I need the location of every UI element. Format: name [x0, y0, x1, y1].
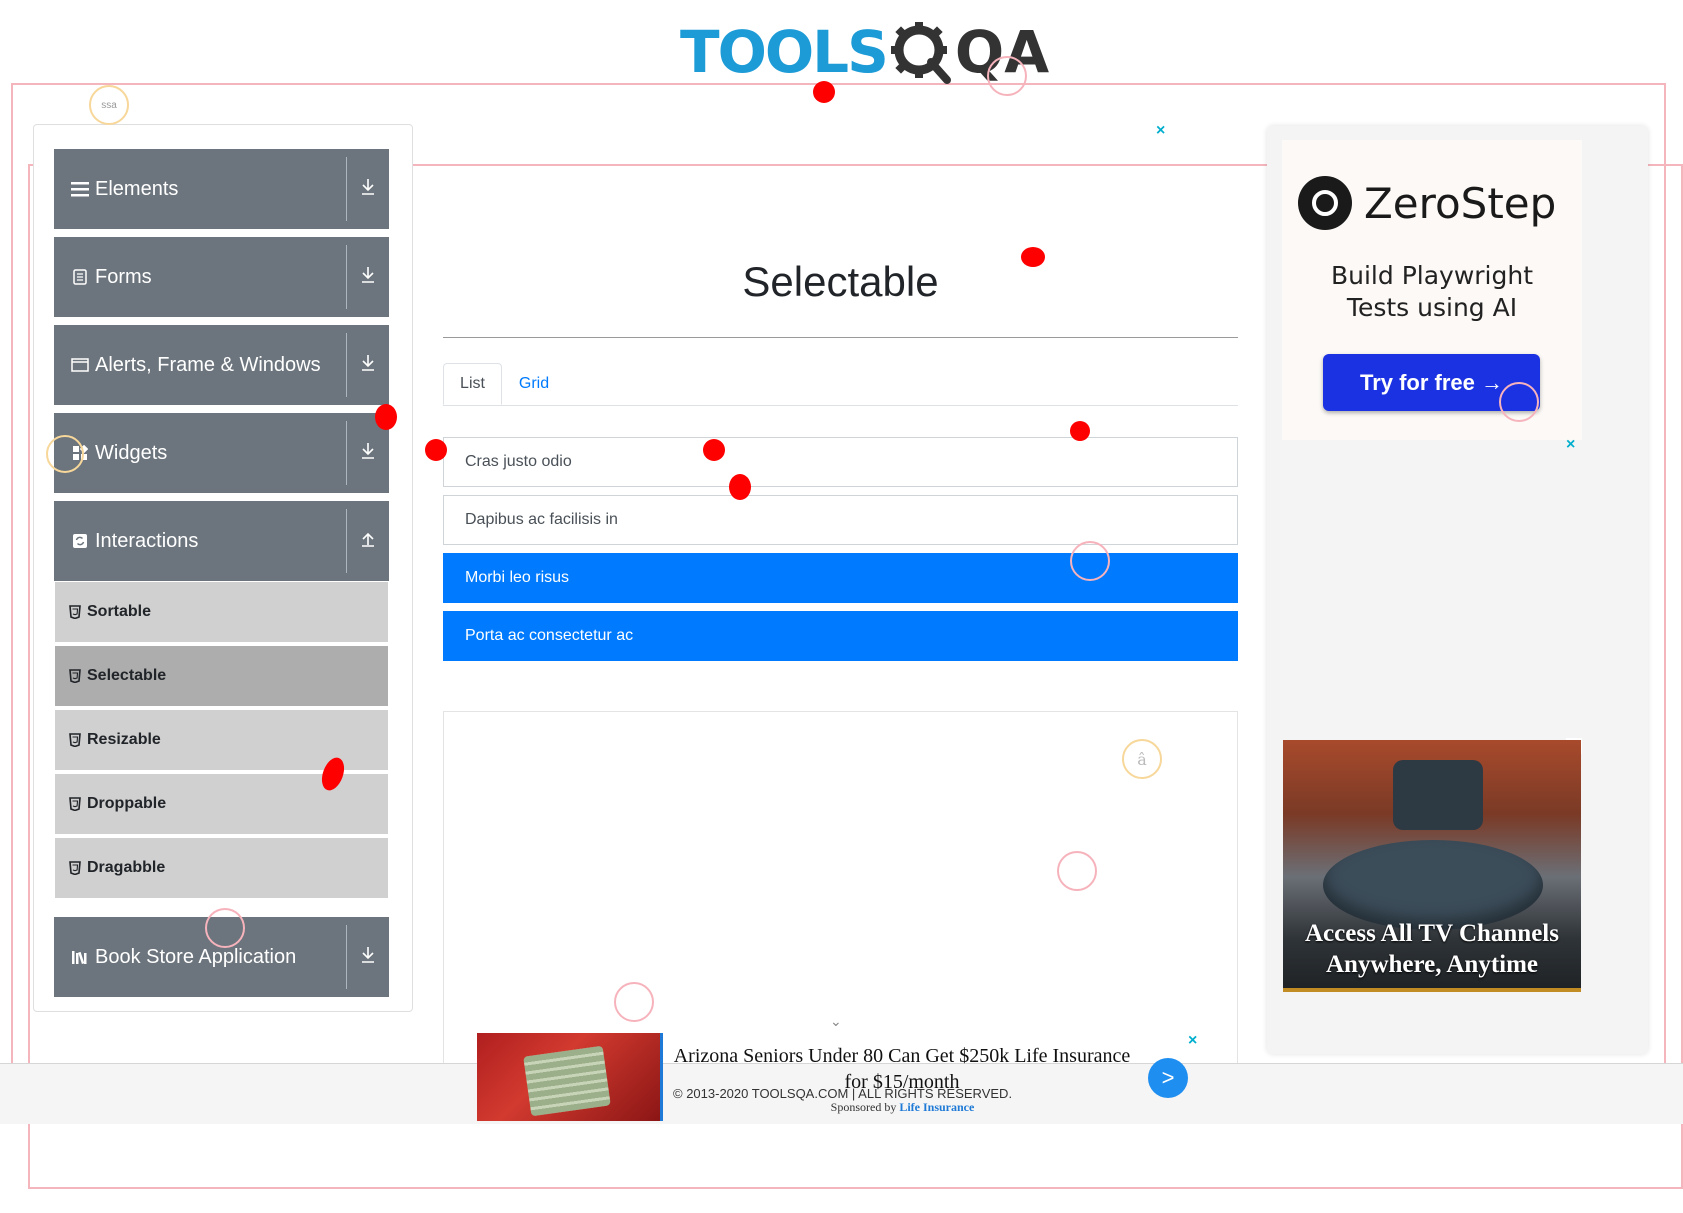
marker-ring — [1070, 541, 1110, 581]
group-header-elements[interactable]: Elements — [54, 149, 389, 229]
bottom-ad-sponsor: Sponsored by Life Insurance — [770, 1100, 1035, 1115]
divider — [346, 245, 347, 309]
html5-icon — [69, 797, 81, 811]
tv-ad-line2: Anywhere, Anytime — [1325, 951, 1539, 978]
download-icon[interactable] — [347, 266, 389, 289]
upload-icon[interactable] — [347, 530, 389, 553]
divider — [346, 509, 347, 573]
hdmi-plug-image — [1393, 760, 1483, 830]
page-title: Selectable — [742, 258, 939, 305]
zerostep-logo: ZeroStep — [1298, 176, 1556, 230]
cash-stack — [523, 1045, 611, 1117]
menu-item-label: Sortable — [87, 603, 152, 620]
menu-item-selectable[interactable]: Selectable — [55, 646, 388, 708]
list-item[interactable]: Dapibus ac facilisis in — [443, 495, 1238, 545]
bottom-ad-headline[interactable]: Arizona Seniors Under 80 Can Get $250k L… — [672, 1043, 1132, 1095]
ad-accent-bar — [660, 1033, 663, 1121]
corner-badge-marker: ssa — [89, 85, 129, 125]
tab-grid[interactable]: Grid — [502, 363, 566, 405]
divider — [346, 157, 347, 221]
zerostep-tagline-line1: Build Playwright — [1330, 261, 1534, 290]
menu-item-label: Resizable — [87, 731, 161, 748]
group-label: Interactions — [95, 529, 199, 552]
streaming-device-image — [1323, 840, 1543, 930]
list-item-selected[interactable]: Morbi leo risus — [443, 553, 1238, 603]
divider — [346, 421, 347, 485]
group-header-alerts[interactable]: Alerts, Frame & Windows — [54, 325, 389, 405]
stray-glyph-marker: â — [1122, 739, 1162, 779]
window-icon — [71, 356, 89, 374]
marker-ring — [1057, 851, 1097, 891]
download-icon[interactable] — [347, 946, 389, 969]
tab-bar: List Grid — [443, 363, 1238, 406]
sponsor-link[interactable]: Life Insurance — [899, 1100, 974, 1114]
bottom-ad-go-button[interactable]: > — [1148, 1058, 1188, 1098]
divider — [346, 333, 347, 397]
menu-item-dragabble[interactable]: Dragabble — [55, 838, 388, 900]
books-icon — [71, 948, 89, 966]
menu-item-label: Droppable — [87, 795, 167, 812]
html5-icon — [69, 861, 81, 875]
group-header-interactions[interactable]: Interactions — [54, 501, 389, 581]
list-item[interactable]: Cras justo odio — [443, 437, 1238, 487]
html5-icon — [69, 605, 81, 619]
ad-close-icon[interactable]: × — [1188, 1032, 1197, 1050]
click-dot — [375, 404, 397, 430]
divider — [346, 925, 347, 989]
menu-item-label: Selectable — [87, 667, 167, 684]
menu-item-sortable[interactable]: Sortable — [55, 582, 388, 644]
tab-list[interactable]: List — [443, 363, 502, 405]
click-dot — [1070, 421, 1090, 441]
tv-ad-line1: Access All TV Channels — [1305, 920, 1559, 947]
cash-box-image[interactable] — [477, 1033, 662, 1121]
chevron-down-icon[interactable]: ⌄ — [830, 1013, 842, 1030]
gear-magnifier-icon — [890, 22, 951, 84]
ad-close-icon[interactable]: × — [1566, 436, 1575, 454]
tv-channels-ad[interactable]: Access All TV Channels Anywhere, Anytime — [1283, 740, 1581, 992]
click-dot — [813, 81, 835, 103]
title-divider — [443, 337, 1238, 338]
marker-ring — [46, 435, 84, 473]
sync-icon — [71, 532, 89, 550]
document-icon — [71, 268, 89, 286]
hamburger-icon — [71, 180, 89, 198]
marker-ring — [987, 56, 1027, 96]
marker-ring — [205, 908, 245, 948]
click-dot — [425, 439, 447, 461]
zerostep-tagline-line2: Tests using AI — [1346, 293, 1518, 322]
group-label: Alerts, Frame & Windows — [95, 353, 321, 376]
group-label: Elements — [95, 177, 179, 200]
marker-ring — [614, 982, 654, 1022]
logo-tools-text: TOOLS — [680, 18, 889, 86]
click-dot — [729, 474, 751, 500]
tv-ad-headline: Access All TV Channels Anywhere, Anytime — [1283, 918, 1581, 980]
sponsored-prefix: Sponsored by — [830, 1100, 897, 1114]
zerostep-tagline: Build Playwright Tests using AI — [1282, 260, 1582, 324]
click-dot — [703, 439, 725, 461]
marker-ring — [1499, 382, 1539, 422]
click-dot — [1021, 247, 1045, 267]
html5-icon — [69, 733, 81, 747]
group-label: Widgets — [95, 441, 168, 464]
download-icon[interactable] — [347, 442, 389, 465]
download-icon[interactable] — [347, 354, 389, 377]
group-label: Forms — [95, 265, 152, 288]
group-header-widgets[interactable]: Widgets — [54, 413, 389, 493]
group-header-forms[interactable]: Forms — [54, 237, 389, 317]
group-label: Book Store Application — [95, 945, 297, 968]
html5-icon — [69, 669, 81, 683]
menu-item-label: Dragabble — [87, 859, 166, 876]
ad-close-icon[interactable]: × — [1156, 122, 1165, 140]
zerostep-logo-icon — [1298, 176, 1352, 230]
download-icon[interactable] — [347, 178, 389, 201]
list-item-selected[interactable]: Porta ac consectetur ac — [443, 611, 1238, 661]
zerostep-brand: ZeroStep — [1364, 178, 1557, 228]
